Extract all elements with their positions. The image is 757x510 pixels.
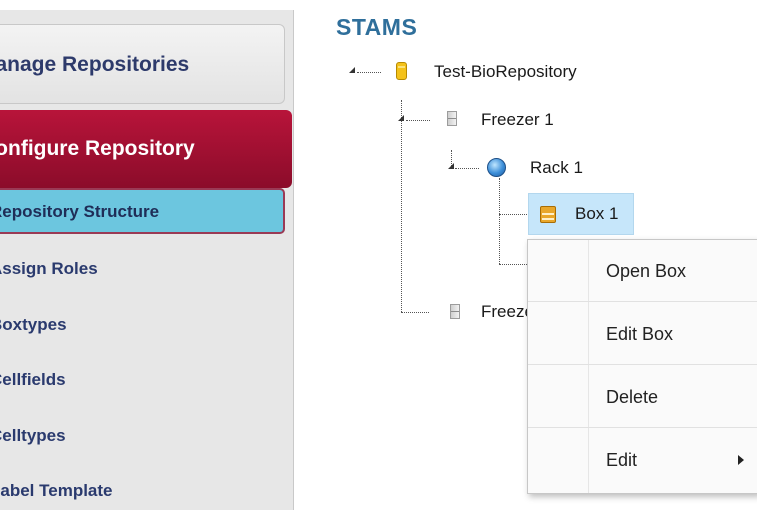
- tree-connector: [499, 264, 527, 265]
- menu-item-edit-box[interactable]: Edit Box: [528, 303, 757, 365]
- expand-arrow-icon[interactable]: [448, 163, 454, 169]
- box-icon: [540, 206, 556, 223]
- tree-connector: [499, 214, 527, 215]
- tree-connector: [401, 312, 429, 313]
- manage-repositories-button[interactable]: Manage Repositories: [0, 24, 285, 104]
- menu-item-edit[interactable]: Edit: [528, 429, 757, 491]
- freezer-icon: [450, 304, 460, 319]
- sidebar-item-label: Repository Structure: [0, 202, 160, 221]
- sidebar: Manage Repositories Configure Repository…: [0, 0, 300, 510]
- tree-connector: [455, 168, 479, 169]
- tree-connector: [401, 100, 402, 312]
- submenu-arrow-icon: [738, 455, 744, 465]
- rack-icon: [487, 158, 506, 177]
- sidebar-item-celltypes[interactable]: Celltypes: [0, 413, 285, 459]
- sidebar-item-boxtypes[interactable]: Boxtypes: [0, 302, 285, 348]
- sidebar-panel: Manage Repositories Configure Repository…: [0, 10, 294, 510]
- menu-item-label: Open Box: [606, 261, 687, 281]
- tree-connector: [499, 178, 500, 264]
- sidebar-item-label: Boxtypes: [0, 315, 67, 334]
- database-icon: [396, 62, 407, 80]
- configure-repository-label: Configure Repository: [0, 137, 195, 160]
- sidebar-item-label-template[interactable]: Label Template: [0, 468, 285, 510]
- menu-item-label: Edit: [606, 450, 638, 470]
- sidebar-item-label: Celltypes: [0, 426, 66, 445]
- expand-arrow-icon[interactable]: [349, 67, 355, 73]
- sidebar-item-assign-roles[interactable]: Assign Roles: [0, 246, 285, 292]
- freezer-icon: [447, 111, 457, 126]
- sidebar-item-label: Assign Roles: [0, 259, 98, 278]
- tree-title: STAMS: [336, 14, 418, 40]
- tree-node-root[interactable]: Test-BioRepository: [434, 62, 577, 82]
- tree-connector: [357, 72, 381, 73]
- tree-node-freezer-1[interactable]: Freezer 1: [481, 110, 554, 130]
- sidebar-item-cellfields[interactable]: Cellfields: [0, 357, 285, 403]
- sidebar-item-repository-structure[interactable]: Repository Structure: [0, 188, 285, 234]
- menu-item-label: Delete: [606, 387, 659, 407]
- sidebar-item-label: Label Template: [0, 481, 113, 500]
- menu-item-label: Edit Box: [606, 324, 674, 344]
- manage-repositories-label: Manage Repositories: [0, 53, 190, 76]
- context-menu: Open Box Edit Box Delete Edit: [527, 239, 757, 494]
- configure-repository-button[interactable]: Configure Repository: [0, 110, 292, 188]
- menu-item-open-box[interactable]: Open Box: [528, 240, 757, 302]
- sidebar-item-label: Cellfields: [0, 370, 66, 389]
- tree-node-rack-1[interactable]: Rack 1: [530, 158, 583, 178]
- expand-arrow-icon[interactable]: [398, 115, 404, 121]
- tree-node-box-1[interactable]: Box 1: [575, 204, 618, 224]
- menu-item-delete[interactable]: Delete: [528, 366, 757, 428]
- tree-connector: [406, 120, 430, 121]
